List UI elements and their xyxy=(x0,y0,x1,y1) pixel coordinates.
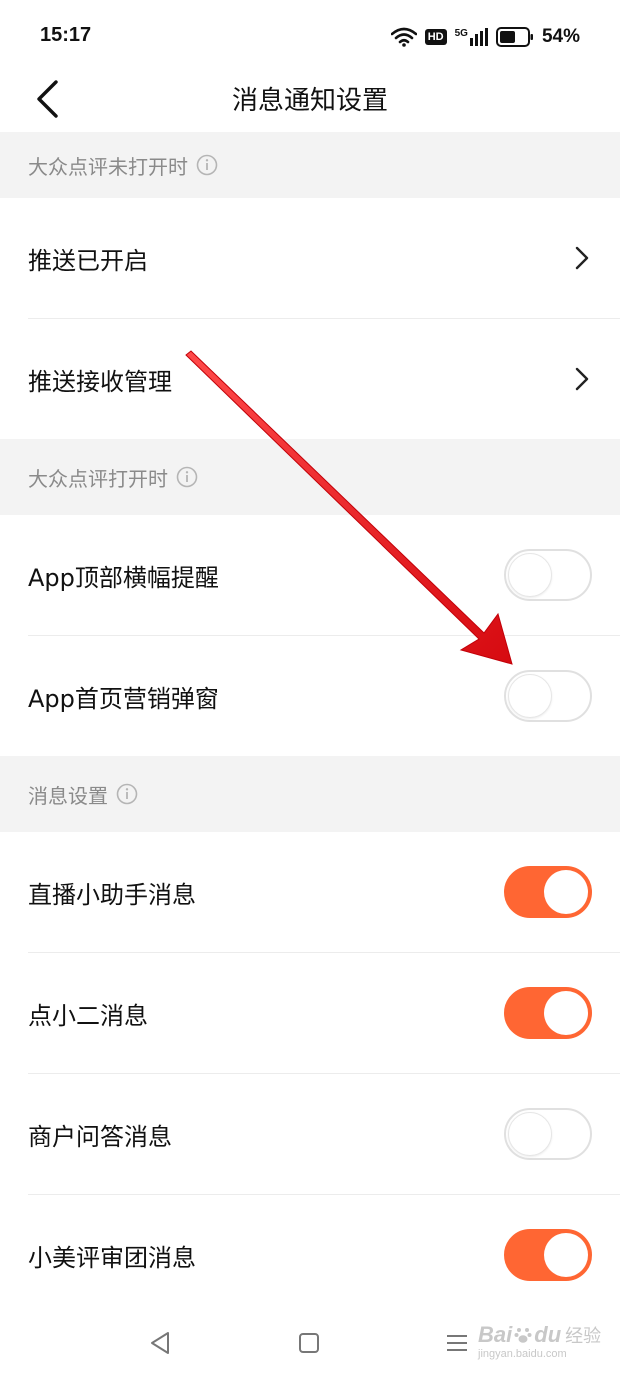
section-header-app-closed: 大众点评未打开时 xyxy=(0,132,620,198)
status-bar: 15:17 HD 5G 54% xyxy=(0,0,620,66)
nav-bar: 消息通知设置 xyxy=(0,66,620,132)
homepage-marketing-popup-row: App首页营销弹窗 xyxy=(0,636,620,756)
baidu-watermark: Bai du 经验 jingyan.baidu.com xyxy=(478,1322,608,1372)
signal-bars-icon xyxy=(469,28,488,46)
section-header-label: 大众点评未打开时 xyxy=(28,154,188,179)
page-title: 消息通知设置 xyxy=(231,86,388,116)
watermark-label: 经验 xyxy=(565,1326,602,1346)
watermark-brand-suffix: du xyxy=(534,1322,562,1347)
push-enabled-row[interactable]: 推送已开启 xyxy=(0,198,620,318)
push-receive-management-row[interactable]: 推送接收管理 xyxy=(0,319,620,439)
dianxiaoer-messages-toggle[interactable] xyxy=(504,987,592,1039)
toggle-knob xyxy=(544,991,588,1035)
signal-indicator: 5G xyxy=(455,28,488,46)
top-banner-reminder-toggle[interactable] xyxy=(504,549,592,601)
homepage-marketing-popup-toggle[interactable] xyxy=(504,670,592,722)
status-icons: HD 5G 54% xyxy=(390,22,580,52)
merchant-qa-messages-toggle[interactable] xyxy=(504,1108,592,1160)
toggle-knob xyxy=(508,674,552,718)
info-icon[interactable] xyxy=(196,154,218,176)
toggle-knob xyxy=(508,1112,552,1156)
chevron-right-icon xyxy=(575,246,589,270)
back-triangle-icon[interactable] xyxy=(146,1328,176,1358)
toggle-knob xyxy=(544,1233,588,1277)
section-header-message-settings: 消息设置 xyxy=(0,756,620,832)
live-assistant-messages-toggle[interactable] xyxy=(504,866,592,918)
info-icon[interactable] xyxy=(176,466,198,488)
row-label: 点小二消息 xyxy=(28,1001,148,1030)
row-label: 推送已开启 xyxy=(28,246,148,275)
wifi-icon xyxy=(390,27,417,47)
row-label: 直播小助手消息 xyxy=(28,880,196,909)
paw-icon xyxy=(514,1328,532,1343)
section-header-label: 消息设置 xyxy=(28,783,108,808)
toggle-knob xyxy=(544,870,588,914)
row-label: 小美评审团消息 xyxy=(28,1243,196,1272)
dianxiaoer-messages-row: 点小二消息 xyxy=(0,953,620,1073)
battery-percent: 54% xyxy=(541,26,580,47)
network-type-label: 5G xyxy=(454,28,468,39)
live-assistant-messages-row: 直播小助手消息 xyxy=(0,832,620,952)
top-banner-reminder-row: App顶部横幅提醒 xyxy=(0,515,620,635)
battery-icon xyxy=(495,27,533,47)
review-panel-messages-row: 小美评审团消息 xyxy=(0,1195,620,1315)
row-label: App顶部横幅提醒 xyxy=(28,563,219,592)
row-label: 商户问答消息 xyxy=(28,1122,172,1151)
review-panel-messages-toggle[interactable] xyxy=(504,1229,592,1281)
section-header-app-open: 大众点评打开时 xyxy=(0,439,620,515)
menu-lines-icon[interactable] xyxy=(442,1328,472,1358)
info-icon[interactable] xyxy=(116,783,138,805)
chevron-right-icon xyxy=(575,367,589,391)
merchant-qa-messages-row: 商户问答消息 xyxy=(0,1074,620,1194)
watermark-brand: Bai xyxy=(478,1322,513,1347)
home-square-icon[interactable] xyxy=(294,1328,324,1358)
row-label: 推送接收管理 xyxy=(28,367,172,396)
hd-badge: HD xyxy=(424,29,447,45)
toggle-knob xyxy=(508,553,552,597)
status-time: 15:17 xyxy=(40,24,92,46)
section-header-label: 大众点评打开时 xyxy=(28,466,168,491)
row-label: App首页营销弹窗 xyxy=(28,684,219,713)
watermark-url: jingyan.baidu.com xyxy=(478,1348,567,1360)
